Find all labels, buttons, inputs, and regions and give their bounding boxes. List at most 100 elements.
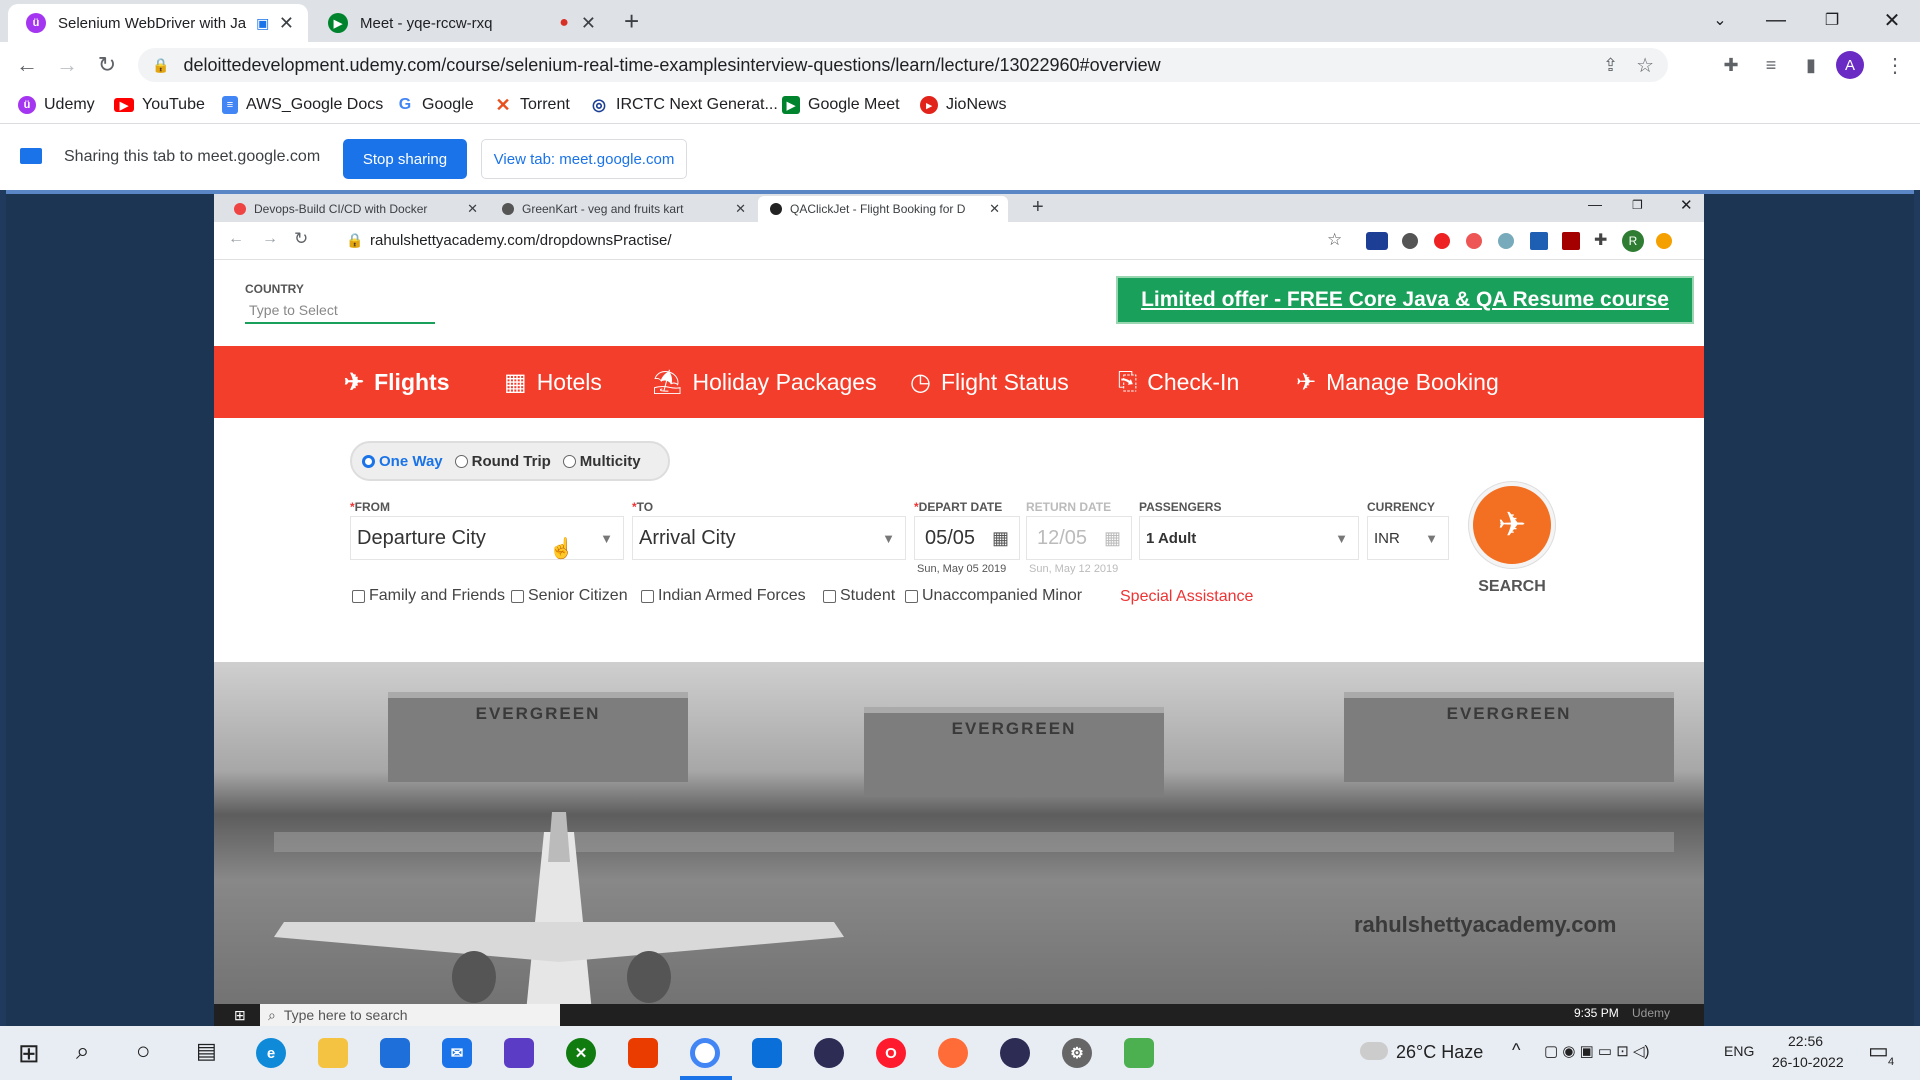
close-icon[interactable]: ✕ bbox=[989, 201, 1000, 217]
extensions-icon[interactable]: ✚ bbox=[1594, 230, 1607, 250]
nav-flights[interactable]: ✈ Flights bbox=[344, 368, 450, 397]
task-view-icon[interactable]: ▤ bbox=[196, 1038, 217, 1064]
calendar-icon[interactable]: ▦ bbox=[1104, 528, 1121, 549]
restore-button[interactable]: ❐ bbox=[1632, 198, 1643, 212]
language-indicator[interactable]: ENG bbox=[1724, 1043, 1754, 1059]
power-automate-icon[interactable] bbox=[504, 1038, 534, 1068]
checkbox-armed-forces[interactable]: Indian Armed Forces bbox=[641, 587, 806, 605]
inner-tab-devops[interactable]: Devops-Build CI/CD with Docker ✕ bbox=[222, 196, 486, 222]
bookmark-star-icon[interactable]: ☆ bbox=[1327, 230, 1342, 250]
extension-icon[interactable] bbox=[1366, 232, 1388, 250]
notification-icon[interactable]: ▭ bbox=[1868, 1038, 1889, 1064]
currency-dropdown[interactable]: INR ▼ bbox=[1367, 516, 1449, 560]
extension-icon[interactable] bbox=[1434, 233, 1450, 249]
passengers-dropdown[interactable]: 1 Adult ▼ bbox=[1139, 516, 1359, 560]
clock-time[interactable]: 22:56 bbox=[1788, 1033, 1823, 1049]
postman-icon[interactable] bbox=[938, 1038, 968, 1068]
weather-text[interactable]: 26°C Haze bbox=[1396, 1042, 1483, 1063]
return-date-input[interactable]: 12/05 ▦ bbox=[1026, 516, 1132, 560]
cortana-icon[interactable]: ○ bbox=[136, 1038, 151, 1066]
back-button[interactable]: ← bbox=[12, 50, 42, 80]
to-dropdown[interactable]: Arrival City ▼ bbox=[632, 516, 906, 560]
menu-icon[interactable]: ⋮ bbox=[1880, 50, 1910, 80]
trip-round-trip[interactable]: Round Trip bbox=[454, 453, 551, 470]
bookmark-google-meet[interactable]: ▶ Google Meet bbox=[782, 96, 900, 114]
from-dropdown[interactable]: Departure City ▼ bbox=[350, 516, 624, 560]
reload-button[interactable]: ↻ bbox=[294, 229, 308, 249]
bookmark-irctc[interactable]: ◎ IRCTC Next Generat... bbox=[590, 96, 778, 114]
windows-start-icon[interactable]: ⊞ bbox=[18, 1038, 40, 1069]
tray-icons[interactable]: ▢ ◉ ▣ ▭ ⊡ ◁) bbox=[1544, 1042, 1650, 1060]
store-icon[interactable] bbox=[380, 1038, 410, 1068]
app-icon[interactable] bbox=[752, 1038, 782, 1068]
media-icon[interactable]: ≡ bbox=[1756, 50, 1786, 80]
pdf-icon[interactable] bbox=[1562, 232, 1580, 250]
checkbox-unaccompanied-minor[interactable]: Unaccompanied Minor bbox=[905, 587, 1082, 605]
stop-sharing-button[interactable]: Stop sharing bbox=[343, 139, 467, 179]
trip-one-way[interactable]: One Way bbox=[362, 453, 443, 470]
nav-check-in[interactable]: ⎘ Check-In bbox=[1118, 368, 1239, 396]
tab-meet[interactable]: ▶ Meet - yqe-rccw-rxq ● ✕ bbox=[310, 4, 610, 42]
new-tab-button[interactable]: + bbox=[1032, 196, 1044, 219]
edge-icon[interactable]: e bbox=[256, 1038, 286, 1068]
update-icon[interactable] bbox=[1656, 233, 1672, 249]
new-tab-button[interactable]: + bbox=[624, 6, 639, 37]
checkbox-student[interactable]: Student bbox=[823, 587, 895, 605]
bookmark-google[interactable]: G Google bbox=[396, 96, 474, 114]
omnibox[interactable]: 🔒 deloittedevelopment.udemy.com/course/s… bbox=[138, 48, 1668, 82]
forward-button[interactable]: → bbox=[52, 50, 82, 80]
bookmark-star-icon[interactable]: ☆ bbox=[1636, 53, 1654, 78]
checkbox-family-friends[interactable]: Family and Friends bbox=[352, 587, 505, 605]
depart-date-input[interactable]: 05/05 ▦ bbox=[914, 516, 1020, 560]
search-button[interactable]: ✈ bbox=[1469, 482, 1555, 568]
settings-icon[interactable]: ⚙ bbox=[1062, 1038, 1092, 1068]
back-button[interactable]: ← bbox=[228, 230, 244, 248]
mail-icon[interactable]: ✉ bbox=[442, 1038, 472, 1068]
trip-multicity[interactable]: Multicity bbox=[562, 453, 641, 470]
checkbox[interactable] bbox=[352, 589, 365, 603]
share-icon[interactable]: ⇪ bbox=[1603, 55, 1618, 76]
extensions-icon[interactable]: ✚ bbox=[1716, 50, 1746, 80]
reload-button[interactable]: ↻ bbox=[92, 50, 122, 80]
xbox-icon[interactable]: ✕ bbox=[566, 1038, 596, 1068]
tab-search-icon[interactable]: ⌄ bbox=[1692, 0, 1748, 40]
close-icon[interactable]: ✕ bbox=[581, 13, 596, 34]
view-tab-button[interactable]: View tab: meet.google.com bbox=[481, 139, 687, 179]
profile-avatar[interactable]: A bbox=[1836, 51, 1864, 79]
checkbox[interactable] bbox=[511, 589, 524, 603]
bookmark-youtube[interactable]: ▶ YouTube bbox=[114, 96, 205, 114]
opera-icon[interactable]: O bbox=[876, 1038, 906, 1068]
nav-manage-booking[interactable]: ✈ Manage Booking bbox=[1296, 368, 1499, 397]
inner-tab-greenkart[interactable]: GreenKart - veg and fruits kart ✕ bbox=[490, 196, 754, 222]
tab-udemy[interactable]: ü Selenium WebDriver with Ja ▣ ✕ bbox=[8, 4, 308, 42]
country-input[interactable]: Type to Select bbox=[245, 298, 435, 324]
bookmark-torrent[interactable]: ✕ Torrent bbox=[494, 95, 569, 115]
eclipse-icon[interactable] bbox=[814, 1038, 844, 1068]
clock-date[interactable]: 26-10-2022 bbox=[1772, 1054, 1844, 1070]
chevron-up-icon[interactable]: ^ bbox=[1512, 1040, 1520, 1061]
file-explorer-icon[interactable] bbox=[318, 1038, 348, 1068]
minimize-button[interactable]: — bbox=[1748, 0, 1804, 40]
checkbox-senior-citizen[interactable]: Senior Citizen bbox=[511, 587, 628, 605]
extension-icon[interactable] bbox=[1498, 233, 1514, 249]
inner-tab-qaclickjet[interactable]: QAClickJet - Flight Booking for D ✕ bbox=[758, 196, 1008, 222]
close-icon[interactable]: ✕ bbox=[279, 13, 294, 34]
office-icon[interactable] bbox=[628, 1038, 658, 1068]
app-icon[interactable] bbox=[1124, 1038, 1154, 1068]
checkbox[interactable] bbox=[641, 589, 654, 603]
close-window-button[interactable]: ✕ bbox=[1864, 0, 1920, 40]
extension-icon[interactable] bbox=[1530, 232, 1548, 250]
close-icon[interactable]: ✕ bbox=[735, 201, 746, 217]
extension-icon[interactable] bbox=[1402, 233, 1418, 249]
chrome-icon[interactable] bbox=[690, 1038, 720, 1068]
nav-hotels[interactable]: ▦ Hotels bbox=[504, 368, 602, 397]
special-assistance-link[interactable]: Special Assistance bbox=[1120, 588, 1253, 606]
nav-holiday-packages[interactable]: ⛱ Holiday Packages bbox=[652, 368, 877, 397]
inner-url[interactable]: rahulshettyacademy.com/dropdownsPractise… bbox=[370, 232, 672, 249]
checkbox[interactable] bbox=[905, 589, 918, 603]
close-icon[interactable]: ✕ bbox=[467, 201, 478, 217]
restore-button[interactable]: ❐ bbox=[1804, 0, 1860, 40]
profile-avatar[interactable]: R bbox=[1622, 230, 1644, 252]
extension-icon[interactable] bbox=[1466, 233, 1482, 249]
calendar-icon[interactable]: ▦ bbox=[992, 528, 1009, 549]
